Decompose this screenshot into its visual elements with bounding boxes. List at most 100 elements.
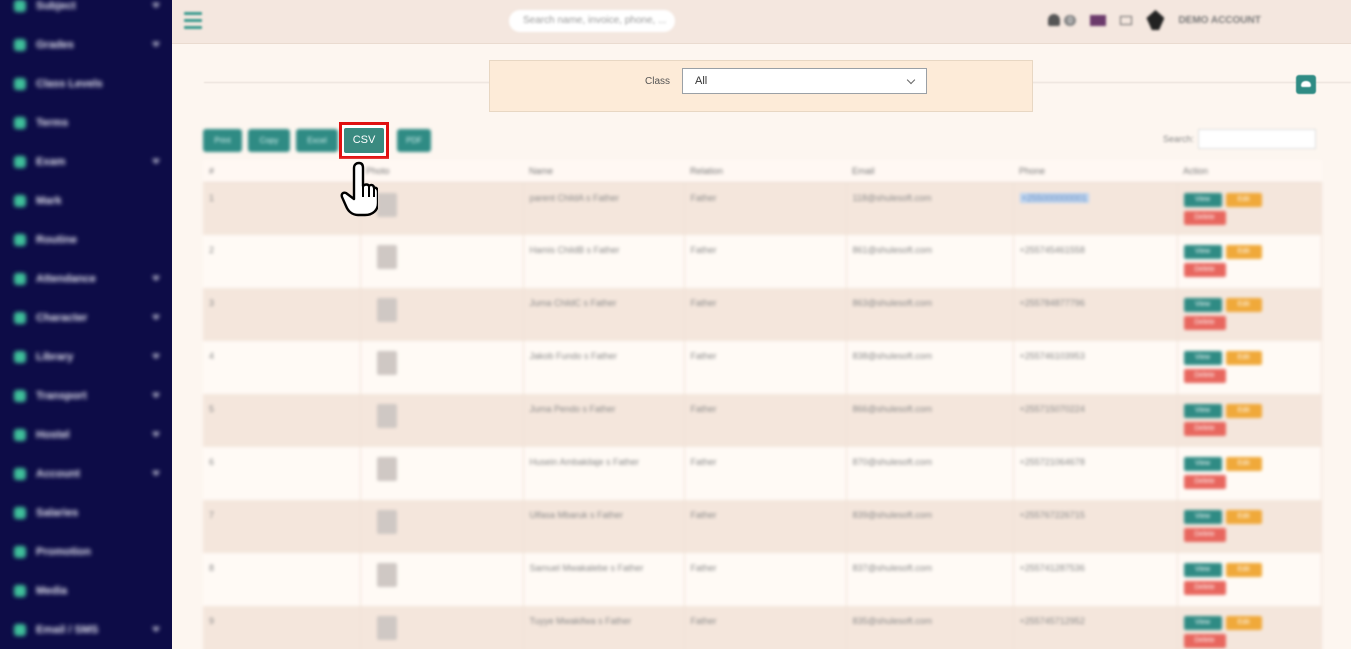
sidebar-item[interactable]: Class Levels [0,64,172,103]
mail-icon[interactable] [1120,15,1133,25]
col-phone[interactable]: Phone [1013,160,1177,183]
cell-number: 5 [203,394,361,447]
view-button[interactable]: View [1183,298,1222,312]
row-actions: View Edit Delete [1183,563,1279,595]
sidebar-item[interactable]: Account [0,454,172,493]
cell-relation: Father [684,182,847,235]
col-email[interactable]: Email [846,160,1013,183]
class-select[interactable]: All [682,68,927,94]
view-button[interactable]: View [1183,351,1222,365]
menu-icon [14,623,26,636]
edit-button[interactable]: Edit [1225,351,1262,365]
avatar [376,245,397,269]
cell-relation: Father [684,500,847,553]
excel-button[interactable]: Excel [296,129,338,152]
account-menu[interactable]: DEMO ACCOUNT [1178,15,1260,26]
sidebar-item[interactable]: Transport [0,376,172,415]
cell-photo [360,182,524,235]
delete-button[interactable]: Delete [1183,369,1226,383]
sidebar-item[interactable]: Character [0,298,172,337]
copy-button[interactable]: Copy [248,129,290,152]
cell-phone-text: +255745712952 [1019,616,1085,626]
sidebar-item[interactable]: Hostel [0,415,172,454]
view-button[interactable]: View [1183,404,1222,418]
print-button[interactable]: Print [203,129,242,152]
sidebar-item[interactable]: Email / SMS [0,610,172,649]
view-button[interactable]: View [1183,457,1222,471]
view-button[interactable]: View [1183,510,1222,524]
menu-icon [14,545,26,558]
col-photo[interactable]: Photo [360,160,523,183]
sidebar-item-label: Email / SMS [36,623,99,636]
sidebar-item[interactable]: Mark [0,181,172,220]
table-search-label: Search: [1163,134,1195,144]
edit-button[interactable]: Edit [1225,616,1262,630]
sidebar-item-label: Attendance [36,272,96,285]
bell-icon[interactable] [1048,14,1060,26]
csv-button[interactable]: CSV [344,128,384,153]
delete-button[interactable]: Delete [1183,210,1226,225]
cell-number-text: 8 [209,563,215,573]
edit-button[interactable]: Edit [1225,457,1262,471]
sidebar-item[interactable]: Library [0,337,172,376]
cell-name-text: Juma Pendo s Father [529,404,616,414]
avatar [376,298,397,322]
delete-button[interactable]: Delete [1183,528,1226,542]
global-search-input[interactable]: Search name, invoice, phone, ... [509,10,675,32]
delete-button[interactable]: Delete [1183,316,1226,330]
sidebar-item[interactable]: Routine [0,220,172,259]
cell-relation-text: Father [690,563,717,573]
view-button[interactable]: View [1183,616,1222,630]
delete-button[interactable]: Delete [1183,263,1226,277]
sidebar-item[interactable]: Exam [0,142,172,181]
delete-button[interactable]: Delete [1183,422,1226,436]
delete-button[interactable]: Delete [1183,581,1226,595]
cell-email-text: 839@shulesoft.com [852,510,933,520]
row-actions: View Edit Delete [1183,351,1279,383]
cloud-download-icon[interactable] [1296,75,1316,94]
cell-phone: +255741287536 [1013,553,1178,606]
flag-icon[interactable] [1090,14,1107,26]
sidebar-item[interactable]: Subject [0,0,172,25]
view-button[interactable]: View [1183,192,1222,207]
edit-button[interactable]: Edit [1225,192,1262,207]
delete-button[interactable]: Delete [1183,475,1226,489]
table-row: 3 Juma ChildC s Father Father 863@shulesoft… [203,288,1322,341]
sidebar-item[interactable]: Terms [0,103,172,142]
cell-relation-text: Father [690,351,717,361]
table-row: 9 Tuyye Mwakifwa s Father Father 835@shules… [203,606,1322,649]
cell-relation: Father [684,394,847,447]
top-bar: Search name, invoice, phone, ... 0 DEMO … [172,0,1351,44]
sidebar-item[interactable]: Promotion [0,532,172,571]
col-action[interactable]: Action [1177,160,1322,183]
edit-button[interactable]: Edit [1225,510,1262,524]
table-search-input[interactable] [1198,129,1317,149]
cell-relation-text: Father [690,510,717,520]
cell-phone-text: +255767226715 [1019,510,1085,520]
edit-button[interactable]: Edit [1225,563,1262,577]
edit-button[interactable]: Edit [1225,245,1262,259]
cell-number-text: 5 [209,404,215,414]
col-name[interactable]: Name [523,160,684,183]
sidebar-item[interactable]: Grades [0,25,172,64]
sidebar-item[interactable]: Media [0,571,172,610]
cell-name-text: Juma ChildC s Father [529,298,617,308]
cell-name-text: parent ChildA s Father [529,192,620,203]
edit-button[interactable]: Edit [1225,298,1262,312]
col-relation[interactable]: Relation [684,160,846,183]
view-button[interactable]: View [1183,245,1222,259]
cell-name-text: Jakob Fundo s Father [529,351,618,361]
menu-icon [14,155,26,168]
pdf-button[interactable]: PDF [397,129,431,152]
row-actions: View Edit Delete [1183,510,1279,542]
avatar-icon[interactable] [1146,10,1165,30]
edit-button[interactable]: Edit [1225,404,1262,418]
cell-relation-text: Father [690,616,717,626]
cell-action: View Edit Delete [1177,394,1322,447]
sidebar-item[interactable]: Salaries [0,493,172,532]
view-button[interactable]: View [1183,563,1222,577]
sidebar-item[interactable]: Attendance [0,259,172,298]
delete-button[interactable]: Delete [1183,634,1226,648]
col-number[interactable]: # [203,160,360,183]
hamburger-icon[interactable] [184,12,202,30]
